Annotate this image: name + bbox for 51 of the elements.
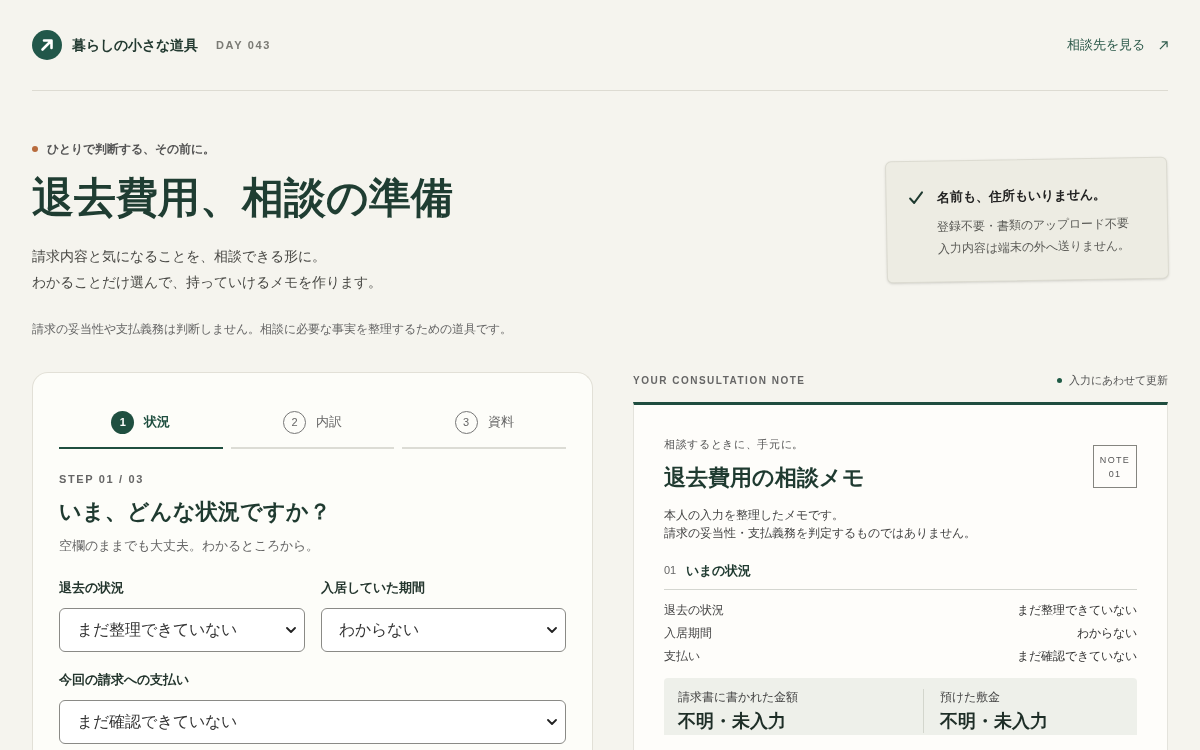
hint-text: 空欄のままでも大丈夫。わかるところから。 — [59, 537, 320, 555]
step-tab[interactable]: 2 内訳 — [230, 397, 395, 449]
privacy-title: 名前も、住所もいりません。 — [936, 185, 1107, 207]
note-description: 本人の入力を整理したメモです。 — [664, 507, 845, 524]
step-tab[interactable]: 1 状況 — [59, 397, 223, 449]
row-label: 入居期間 — [664, 625, 712, 642]
amount-label: 請求書に書かれた金額 — [678, 689, 799, 705]
amount-value: 不明・未入力 — [940, 710, 1049, 733]
question-title: いま、どんな状況ですか？ — [59, 498, 332, 526]
brand-name: 暮らしの小さな道具 — [72, 35, 198, 55]
step-tab[interactable]: 3 資料 — [402, 397, 566, 449]
lead-text: わかることだけ選んで、持っていけるメモを作ります。 — [32, 273, 383, 292]
consult-link[interactable]: 相談先を見る — [1067, 35, 1168, 55]
select-dropdown[interactable]: わからない — [320, 608, 566, 652]
eyebrow-text: ひとりで判断する、その前に。 — [47, 141, 215, 158]
status-dot-icon — [1057, 377, 1062, 383]
step-number: 1 — [111, 410, 135, 434]
privacy-text: 登録不要・書類のアップロード不要 — [936, 215, 1130, 236]
row-value: まだ確認できていない — [1017, 648, 1137, 665]
note-heading: YOUR CONSULTATION NOTE — [633, 373, 806, 388]
chevron-down-icon — [285, 627, 296, 633]
page-title: 退去費用、相談の準備 — [32, 173, 454, 223]
amount-label: 預けた敷金 — [940, 689, 1001, 705]
chevron-down-icon — [547, 627, 557, 633]
row-value: まだ整理できていない — [1017, 602, 1137, 619]
check-icon — [908, 190, 924, 206]
privacy-text: 入力内容は端末の外へ送りません。 — [937, 237, 1130, 258]
lead-text: 請求内容と気になることを、相談できる形に。 — [32, 247, 327, 266]
chevron-down-icon — [547, 719, 557, 725]
note-title: 退去費用の相談メモ — [664, 463, 865, 492]
row-value: わからない — [1077, 625, 1137, 642]
field-label: 退去の状況 — [59, 579, 125, 597]
row-label: 支払い — [664, 648, 700, 665]
select-dropdown[interactable]: まだ整理できていない — [59, 608, 305, 652]
update-status: 入力にあわせて更新 — [1069, 372, 1168, 388]
arrow-logo-icon — [32, 30, 62, 60]
section-title: いまの状況 — [686, 561, 752, 580]
arrow-up-right-icon — [1159, 40, 1168, 50]
note-eyebrow: 相談するときに、手元に。 — [664, 437, 805, 451]
day-counter: DAY 043 — [216, 37, 271, 53]
step-counter: STEP 01 / 03 — [59, 472, 146, 487]
row-label: 退去の状況 — [664, 602, 724, 619]
note-tag: NOTE 01 — [1093, 445, 1137, 488]
select-dropdown[interactable]: まだ確認できていない — [59, 700, 566, 744]
disclaimer-text: 請求の妥当性や支払義務は判断しません。相談に必要な事実を整理するための道具です。 — [32, 321, 512, 338]
field-label: 入居していた期間 — [320, 579, 426, 597]
amount-value: 不明・未入力 — [678, 710, 787, 733]
dot-icon — [32, 146, 38, 152]
note-description: 請求の妥当性・支払義務を判定するものではありません。 — [664, 525, 977, 542]
section-number: 01 — [664, 563, 677, 579]
field-label: 今回の請求への支払い — [59, 671, 190, 689]
